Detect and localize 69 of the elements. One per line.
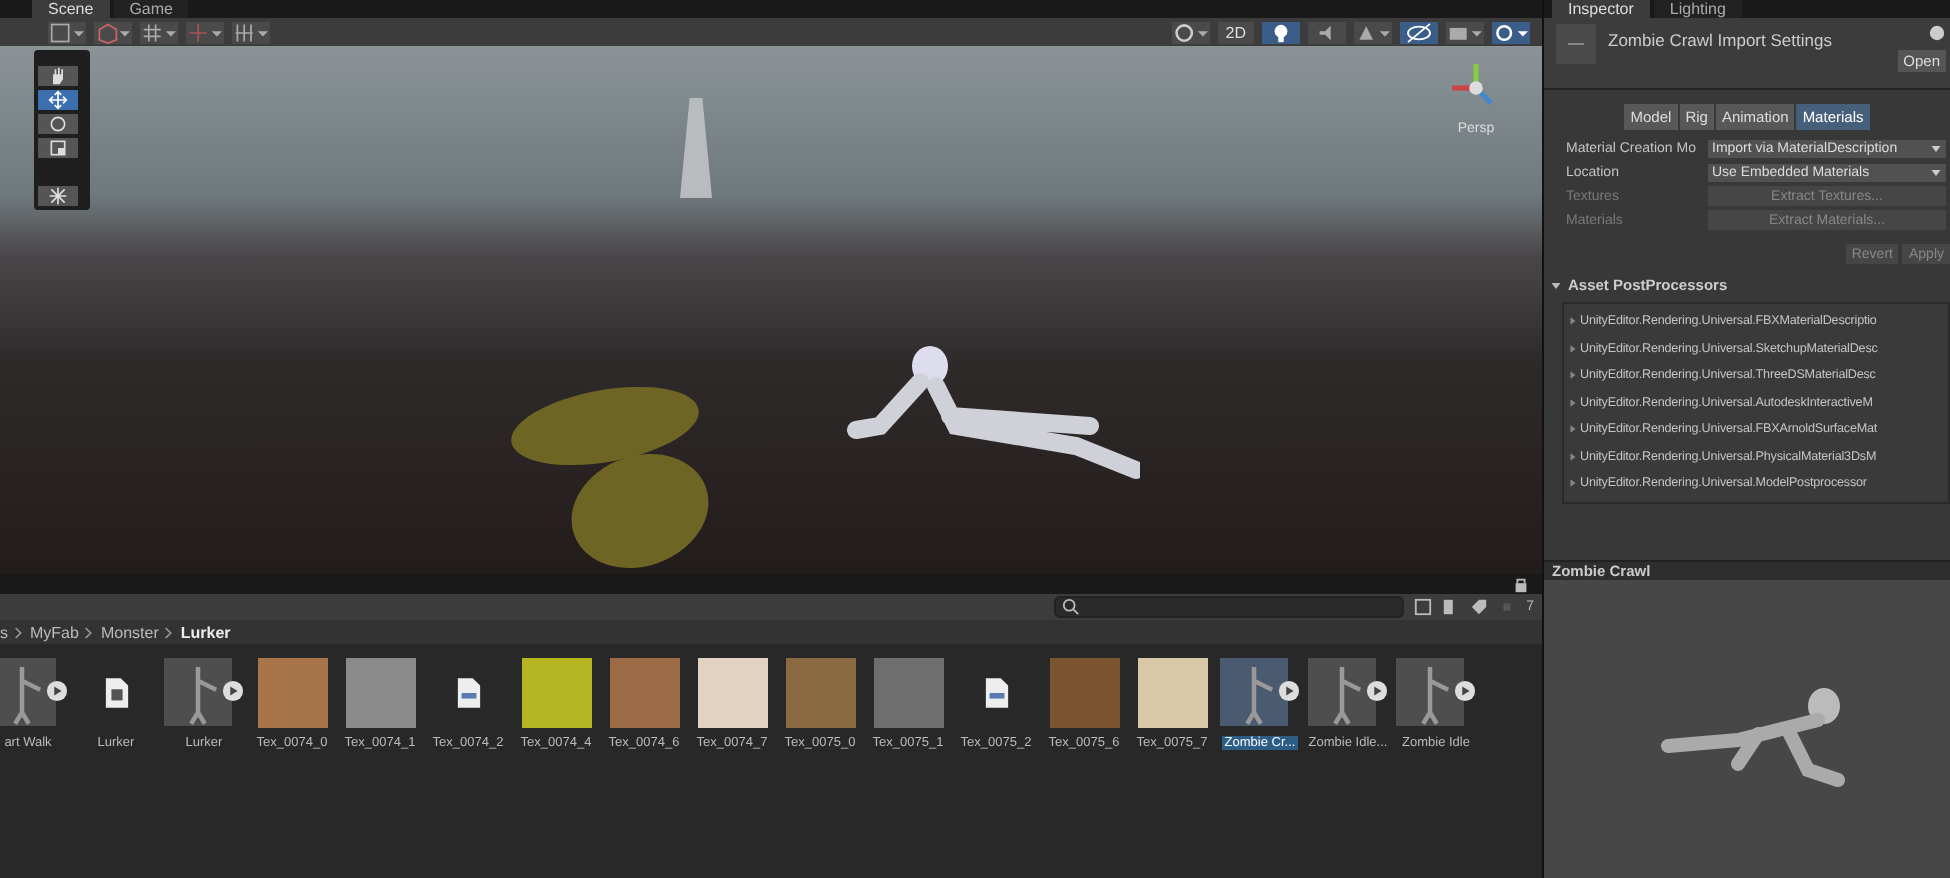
- model-asset-icon: [1556, 24, 1596, 64]
- breadcrumb-item[interactable]: Monster: [100, 623, 159, 641]
- inspector-tab[interactable]: Lighting: [1653, 0, 1742, 18]
- light-bulb-icon[interactable]: [1262, 21, 1300, 43]
- texture-thumbnail[interactable]: [345, 657, 415, 727]
- label-icon[interactable]: [1470, 598, 1489, 616]
- chevron-icon: [164, 625, 175, 639]
- search-icon: [1062, 598, 1081, 616]
- expand-arrow-icon[interactable]: [1568, 343, 1578, 354]
- play-icon[interactable]: [1366, 680, 1388, 702]
- model-thumbnail[interactable]: [1308, 658, 1376, 726]
- expand-arrow-icon[interactable]: [1568, 478, 1578, 489]
- expand-arrow-icon[interactable]: [1568, 316, 1578, 327]
- caret-icon[interactable]: [1930, 143, 1942, 153]
- expand-arrow-icon[interactable]: [1568, 397, 1578, 408]
- snap-icon[interactable]: [186, 21, 224, 43]
- custom-tool-icon[interactable]: [38, 186, 78, 206]
- filter-icon[interactable]: [1414, 598, 1433, 616]
- caret-icon[interactable]: [1930, 167, 1942, 177]
- model-thumbnail[interactable]: [1396, 658, 1464, 726]
- expand-arrow-icon[interactable]: [1568, 370, 1578, 381]
- model-thumbnail[interactable]: [164, 658, 232, 726]
- breadcrumb-item[interactable]: s: [0, 623, 8, 641]
- hand-icon[interactable]: [38, 66, 78, 86]
- play-icon[interactable]: [46, 680, 68, 702]
- increment-icon[interactable]: [232, 21, 270, 43]
- inspector-tab[interactable]: Inspector: [1552, 0, 1650, 18]
- scale-icon[interactable]: [38, 138, 78, 158]
- editor-tab[interactable]: Scene: [32, 0, 110, 18]
- texture-thumbnail[interactable]: [521, 657, 591, 727]
- editor-tab[interactable]: Game: [113, 0, 189, 18]
- play-icon[interactable]: [1454, 680, 1476, 702]
- camera-icon[interactable]: [1446, 21, 1484, 43]
- effects-icon[interactable]: [1354, 21, 1392, 43]
- play-icon[interactable]: [222, 680, 244, 702]
- file-icon[interactable]: [455, 675, 481, 709]
- texture-thumbnail[interactable]: [609, 657, 679, 727]
- expand-arrow-icon[interactable]: [1568, 424, 1578, 435]
- texture-thumbnail[interactable]: [697, 657, 767, 727]
- file-icon[interactable]: [983, 675, 1009, 709]
- move-icon[interactable]: [38, 90, 78, 110]
- play-icon[interactable]: [1278, 680, 1300, 702]
- shading-icon[interactable]: [1171, 21, 1210, 43]
- texture-thumbnail[interactable]: [785, 657, 855, 727]
- draw-mode-icon[interactable]: [48, 21, 86, 43]
- expand-arrow-icon[interactable]: [1568, 451, 1578, 462]
- model-preview[interactable]: [1544, 580, 1950, 878]
- model-thumbnail[interactable]: [0, 658, 56, 726]
- breadcrumb-item[interactable]: MyFab: [30, 623, 79, 641]
- model-thumbnail[interactable]: [1220, 658, 1288, 726]
- prefab-file-icon[interactable]: [103, 675, 129, 709]
- texture-thumbnail[interactable]: [1137, 657, 1207, 727]
- lock-icon[interactable]: [1512, 575, 1530, 593]
- breadcrumb-item[interactable]: Lurker: [180, 623, 231, 641]
- visibility-icon[interactable]: [1400, 21, 1438, 43]
- audio-icon[interactable]: [1308, 21, 1346, 43]
- tower-drawing: [680, 98, 712, 198]
- chevron-icon: [84, 625, 95, 639]
- texture-thumbnail[interactable]: [873, 657, 943, 727]
- texture-thumbnail[interactable]: [1049, 657, 1119, 727]
- foldout-arrow-icon[interactable]: [1550, 279, 1562, 291]
- search-field[interactable]: [1054, 596, 1405, 618]
- chevron-icon: [14, 625, 24, 639]
- rotate-icon[interactable]: [38, 114, 78, 134]
- 2d-toggle-button[interactable]: 2D: [1217, 21, 1254, 43]
- inspector-title: Zombie Crawl Import Settings: [1608, 28, 1834, 50]
- gizmos-icon[interactable]: [1492, 21, 1530, 43]
- texture-thumbnail[interactable]: [257, 657, 327, 727]
- grid-icon[interactable]: [140, 21, 178, 43]
